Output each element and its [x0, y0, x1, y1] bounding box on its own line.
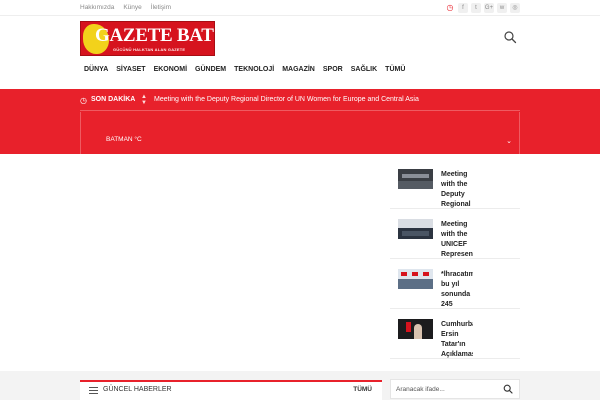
sidebar-search-box: [390, 379, 520, 399]
top-link-about[interactable]: Hakkımızda: [80, 4, 114, 11]
news-title[interactable]: Meeting with the Deputy Regional Directo…: [441, 170, 473, 210]
hamburger-icon: [89, 387, 98, 396]
news-thumbnail[interactable]: [398, 269, 433, 289]
current-news-label: GÜNCEL HABERLER: [103, 386, 172, 393]
search-input[interactable]: [396, 383, 496, 396]
news-thumbnail[interactable]: [398, 319, 433, 339]
nav-item-spor[interactable]: SPOR: [323, 66, 343, 73]
whatsapp-icon[interactable]: w: [497, 3, 507, 13]
nav-item-tumu[interactable]: TÜMÜ: [385, 66, 405, 73]
clock-icon: ◷: [446, 3, 454, 12]
top-link-imprint[interactable]: Künye: [123, 4, 141, 11]
news-card[interactable]: Meeting with the Deputy Regional Directo…: [390, 161, 520, 209]
breaking-news-headline[interactable]: Meeting with the Deputy Regional Directo…: [154, 96, 419, 103]
all-news-link[interactable]: TÜMÜ: [353, 386, 372, 393]
breaking-news-ticker: ◷ SON DAKİKA ▲ ▼ Meeting with the Deputy …: [80, 89, 520, 111]
news-thumbnail[interactable]: [398, 219, 433, 239]
news-title[interactable]: *İhracatımız bu yıl sonunda 245 milyar d…: [441, 270, 473, 310]
news-title[interactable]: Cumhurbaşkanı Ersin Tatar'ın Açıklaması: [441, 320, 473, 360]
breaking-news-label: SON DAKİKA: [91, 96, 136, 103]
instagram-icon[interactable]: ◎: [510, 3, 520, 13]
google-plus-icon[interactable]: G+: [484, 3, 494, 13]
top-link-contact[interactable]: İletişim: [151, 4, 171, 11]
current-news-header: GÜNCEL HABERLER TÜMÜ: [80, 380, 382, 400]
main-nav: DÜNYA SİYASET EKONOMİ GÜNDEM TEKNOLOJİ M…: [84, 66, 405, 73]
top-bar: Hakkımızda Künye İletişim ◷ f t G+ w ◎: [0, 0, 600, 16]
search-icon[interactable]: [503, 30, 517, 44]
news-thumbnail[interactable]: [398, 169, 433, 189]
news-card[interactable]: *İhracatımız bu yıl sonunda 245 milyar d…: [390, 261, 520, 309]
nav-item-magazin[interactable]: MAGAZİN: [282, 66, 315, 73]
logo-slogan: GÜCÜNÜ HALKTAN ALAN GAZETE: [113, 47, 186, 52]
news-title[interactable]: Meeting with the UNICEF Representative: [441, 220, 473, 260]
clock-icon: ◷: [80, 96, 87, 105]
nav-item-dunya[interactable]: DÜNYA: [84, 66, 108, 73]
nav-item-gundem[interactable]: GÜNDEM: [195, 66, 226, 73]
sidebar-news-list: Meeting with the Deputy Regional Directo…: [390, 161, 520, 361]
facebook-icon[interactable]: f: [458, 3, 468, 13]
breaking-news-band: ◷ SON DAKİKA ▲ ▼ Meeting with the Deputy …: [0, 89, 600, 154]
site-logo[interactable]: GAZETE BATMAN GÜCÜNÜ HALKTAN ALAN GAZETE: [80, 21, 215, 56]
weather-city: BATMAN °C: [106, 136, 142, 143]
nav-item-siyaset[interactable]: SİYASET: [116, 66, 145, 73]
twitter-icon[interactable]: t: [471, 3, 481, 13]
ticker-arrows-icon[interactable]: ▲ ▼: [141, 94, 147, 106]
news-card[interactable]: Cumhurbaşkanı Ersin Tatar'ın Açıklaması: [390, 311, 520, 359]
top-links: Hakkımızda Künye İletişim: [80, 4, 171, 11]
chevron-down-icon[interactable]: ⌄: [506, 137, 512, 145]
search-icon[interactable]: [503, 384, 513, 394]
news-card[interactable]: Meeting with the UNICEF Representative: [390, 211, 520, 259]
weather-widget: BATMAN °C ⌄: [80, 112, 520, 154]
nav-item-ekonomi[interactable]: EKONOMİ: [154, 66, 187, 73]
social-icons: ◷ f t G+ w ◎: [445, 3, 520, 13]
nav-item-teknoloji[interactable]: TEKNOLOJİ: [234, 66, 274, 73]
nav-item-saglik[interactable]: SAĞLIK: [351, 66, 377, 73]
logo-name: GAZETE BATMAN: [95, 25, 214, 46]
